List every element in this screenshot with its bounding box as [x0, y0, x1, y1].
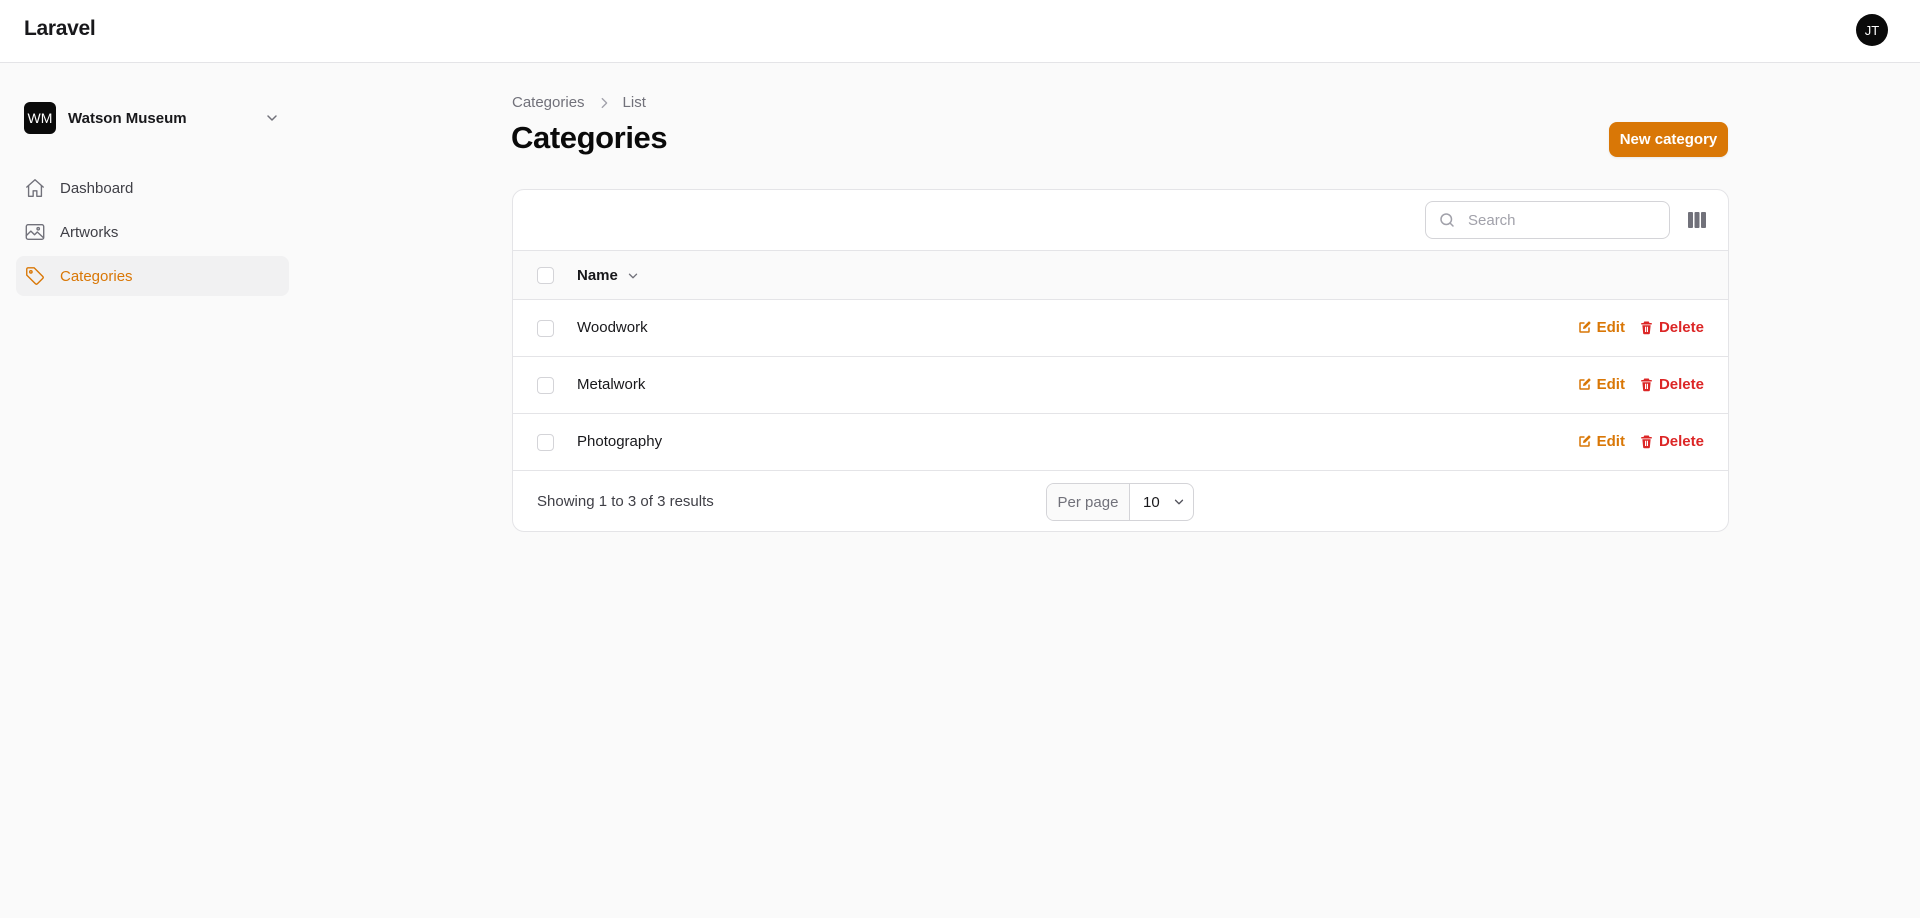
category-name[interactable]: Woodwork	[577, 319, 648, 336]
sidebar-item-artworks[interactable]: Artworks	[16, 212, 289, 252]
category-name[interactable]: Metalwork	[577, 376, 645, 393]
edit-label: Edit	[1596, 376, 1625, 393]
new-category-button[interactable]: New category	[1609, 122, 1728, 157]
delete-label: Delete	[1658, 319, 1704, 336]
trash-icon	[1639, 434, 1654, 449]
home-icon	[24, 177, 46, 199]
tenant-switcher[interactable]: WM Watson Museum	[24, 102, 286, 134]
edit-button[interactable]: Edit	[1577, 319, 1625, 336]
breadcrumb-parent[interactable]: Categories	[512, 94, 585, 111]
edit-button[interactable]: Edit	[1577, 376, 1625, 393]
columns-toggle-icon[interactable]	[1686, 209, 1708, 231]
sidebar-item-label: Dashboard	[60, 179, 134, 197]
tag-icon	[24, 265, 46, 287]
column-header-name[interactable]: Name	[577, 267, 640, 284]
results-summary: Showing 1 to 3 of 3 results	[537, 493, 714, 510]
table-toolbar	[513, 190, 1728, 251]
delete-button[interactable]: Delete	[1639, 376, 1704, 393]
chevron-right-icon	[597, 96, 611, 110]
search-input[interactable]	[1468, 211, 1658, 229]
sidebar-item-dashboard[interactable]: Dashboard	[16, 168, 289, 208]
tenant-avatar: WM	[24, 102, 56, 134]
trash-icon	[1639, 377, 1654, 392]
edit-label: Edit	[1596, 319, 1625, 336]
image-icon	[24, 221, 46, 243]
search-field[interactable]	[1425, 201, 1670, 239]
table-header: Name	[513, 251, 1728, 300]
edit-icon	[1577, 320, 1592, 335]
per-page-control: Per page 10	[1046, 483, 1194, 521]
sidebar-item-label: Artworks	[60, 223, 119, 241]
page-title: Categories	[511, 120, 668, 155]
delete-label: Delete	[1658, 433, 1704, 450]
delete-button[interactable]: Delete	[1639, 319, 1704, 336]
row-actions: Edit Delete	[1577, 433, 1704, 450]
category-name[interactable]: Photography	[577, 433, 662, 450]
row-checkbox[interactable]	[537, 320, 554, 337]
edit-icon	[1577, 377, 1592, 392]
breadcrumb: Categories List	[512, 94, 646, 111]
categories-table-card: Name Woodwork Edit Delete Metalwork Edi	[512, 189, 1729, 532]
column-header-label: Name	[577, 267, 618, 284]
row-actions: Edit Delete	[1577, 376, 1704, 393]
table-row: Photography Edit Delete	[513, 414, 1728, 471]
chevron-down-icon	[1172, 495, 1186, 509]
user-avatar[interactable]: JT	[1856, 14, 1888, 46]
table-row: Metalwork Edit Delete	[513, 357, 1728, 414]
sidebar-item-label: Categories	[60, 267, 133, 285]
row-checkbox[interactable]	[537, 377, 554, 394]
delete-label: Delete	[1658, 376, 1704, 393]
edit-label: Edit	[1596, 433, 1625, 450]
table-row: Woodwork Edit Delete	[513, 300, 1728, 357]
brand-logo[interactable]: Laravel	[24, 17, 96, 41]
per-page-value: 10	[1143, 493, 1160, 511]
chevron-down-icon	[267, 115, 277, 121]
chevron-down-icon	[626, 269, 640, 283]
edit-icon	[1577, 434, 1592, 449]
delete-button[interactable]: Delete	[1639, 433, 1704, 450]
top-bar: Laravel JT	[0, 0, 1920, 63]
per-page-select[interactable]: 10	[1130, 484, 1193, 520]
row-checkbox[interactable]	[537, 434, 554, 451]
per-page-label: Per page	[1047, 484, 1130, 520]
tenant-name: Watson Museum	[68, 109, 187, 127]
sidebar-item-categories[interactable]: Categories	[16, 256, 289, 296]
breadcrumb-current: List	[622, 94, 646, 111]
trash-icon	[1639, 320, 1654, 335]
row-actions: Edit Delete	[1577, 319, 1704, 336]
sidebar-nav: Dashboard Artworks Categories	[16, 168, 289, 300]
edit-button[interactable]: Edit	[1577, 433, 1625, 450]
select-all-checkbox[interactable]	[537, 267, 554, 284]
search-icon	[1438, 210, 1458, 230]
table-footer: Showing 1 to 3 of 3 results Per page 10	[513, 471, 1728, 531]
